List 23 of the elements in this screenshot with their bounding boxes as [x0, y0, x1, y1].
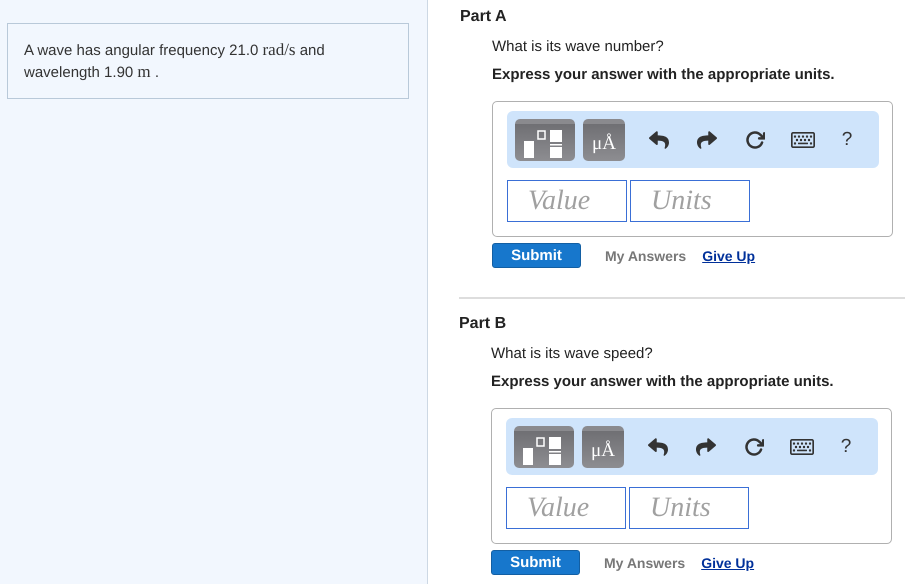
value-field[interactable]: Value	[507, 180, 627, 222]
instruction-text: Express your answer with the appropriate units.	[492, 66, 836, 83]
my-answers-label: My Answers	[604, 554, 686, 570]
units-field[interactable]: Units	[629, 487, 749, 529]
give-up-link[interactable]: Give Up	[702, 248, 756, 264]
help-button[interactable]: ?	[831, 124, 863, 154]
units-button[interactable]: μÅ	[583, 118, 625, 160]
submit-button[interactable]: Submit	[491, 550, 580, 575]
submit-button[interactable]: Submit	[492, 243, 581, 268]
part-title: Part A	[460, 8, 508, 26]
instruction-text: Express your answer with the appropriate units.	[491, 373, 835, 390]
units-field[interactable]: Units	[630, 180, 750, 222]
templates-button[interactable]	[514, 426, 574, 468]
question-text: What is its wave speed?	[491, 345, 654, 362]
help-button[interactable]: ?	[830, 432, 862, 462]
my-answers-label: My Answers	[605, 248, 686, 264]
value-field[interactable]: Value	[506, 487, 626, 529]
problem-text: A wave has angular frequency 21.0 rad/s and wavelength 1.90 m .	[7, 23, 409, 99]
question-text: What is its wave number?	[492, 38, 665, 55]
give-up-link[interactable]: Give Up	[701, 554, 754, 570]
units-button[interactable]: μÅ	[582, 426, 624, 468]
part-title: Part B	[459, 315, 508, 333]
templates-button[interactable]	[515, 118, 575, 160]
